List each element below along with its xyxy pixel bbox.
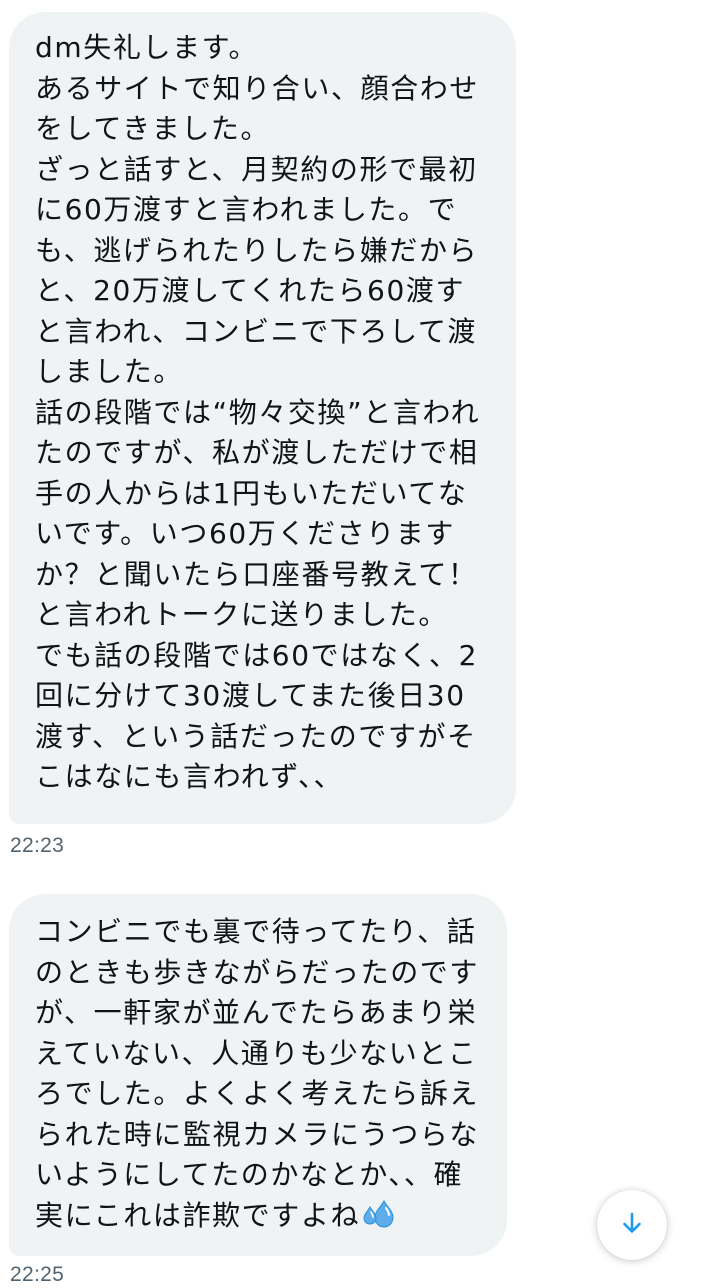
message-line: 回に分けて30渡してまた後日30 — [35, 679, 466, 712]
message-timestamp: 22:25 — [10, 1263, 65, 1286]
message-line: たのですが、私が渡しただけで相 — [35, 436, 479, 469]
message-timestamp: 22:23 — [10, 834, 65, 857]
scroll-to-bottom-button[interactable] — [597, 1190, 667, 1260]
message-line: しました。 — [35, 355, 184, 388]
message-line: コンビニでも裏で待ってたり、話 — [35, 915, 477, 948]
message-line: こはなにも言われず、、 — [35, 760, 344, 793]
message-line: のときも歩きながらだったのです — [35, 955, 480, 989]
message-bubble[interactable]: コンビニでも裏で待ってたり、話 のときも歩きながらだったのです が、一軒家が並ん… — [9, 894, 507, 1256]
message-line: あるサイトで知り合い、顔合わせ — [35, 71, 480, 105]
message-line: えていない、人通りも少ないとこ — [35, 1036, 478, 1070]
message-line: をしてきました。 — [35, 112, 271, 145]
message-line-last: 実にこれは詐欺ですよね — [35, 1196, 485, 1241]
message-line: られた時に監視カメラにうつらな — [35, 1117, 480, 1151]
message-bubble[interactable]: dm失礼します。 あるサイトで知り合い、顔合わせ をしてきました。 ざっと話すと… — [9, 12, 516, 824]
message-text: 実にこれは詐欺ですよね — [35, 1198, 361, 1232]
message-line: と言われ、コンビニで下ろして渡 — [35, 314, 478, 348]
message-line: 渡す、という話だったのですがそ — [35, 719, 477, 753]
message-line: 手の人からは1円もいただいてな — [35, 476, 468, 510]
arrow-down-icon — [619, 1210, 645, 1240]
message-line: ざっと話すと、月契約の形で最初 — [35, 152, 478, 186]
message-line: いようにしてたのかなとか、、確 — [35, 1158, 464, 1191]
message-line: が、一軒家が並んでたらあまり栄 — [35, 996, 478, 1029]
message-line: dm失礼します。 — [35, 31, 259, 64]
message-line: いです。いつ60万くださります — [35, 517, 455, 550]
message-line: か？と聞いたら口座番号教えて！ — [35, 557, 478, 591]
message-line: に60万渡すと言われました。で — [35, 193, 458, 226]
sweat-droplets-icon — [362, 1199, 396, 1241]
message-line: ろでした。よくよく考えたら訴え — [35, 1077, 480, 1110]
message-line: でも話の段階では60ではなく、2 — [35, 638, 479, 672]
message-line: も、逃げられたりしたら嫌だから — [35, 233, 479, 267]
message-line: と、20万渡してくれたら60渡す — [35, 274, 466, 307]
message-line: 話の段階では“物々交換”と言われ — [35, 395, 481, 429]
message-line: と言われトークに送りました。 — [35, 598, 449, 631]
